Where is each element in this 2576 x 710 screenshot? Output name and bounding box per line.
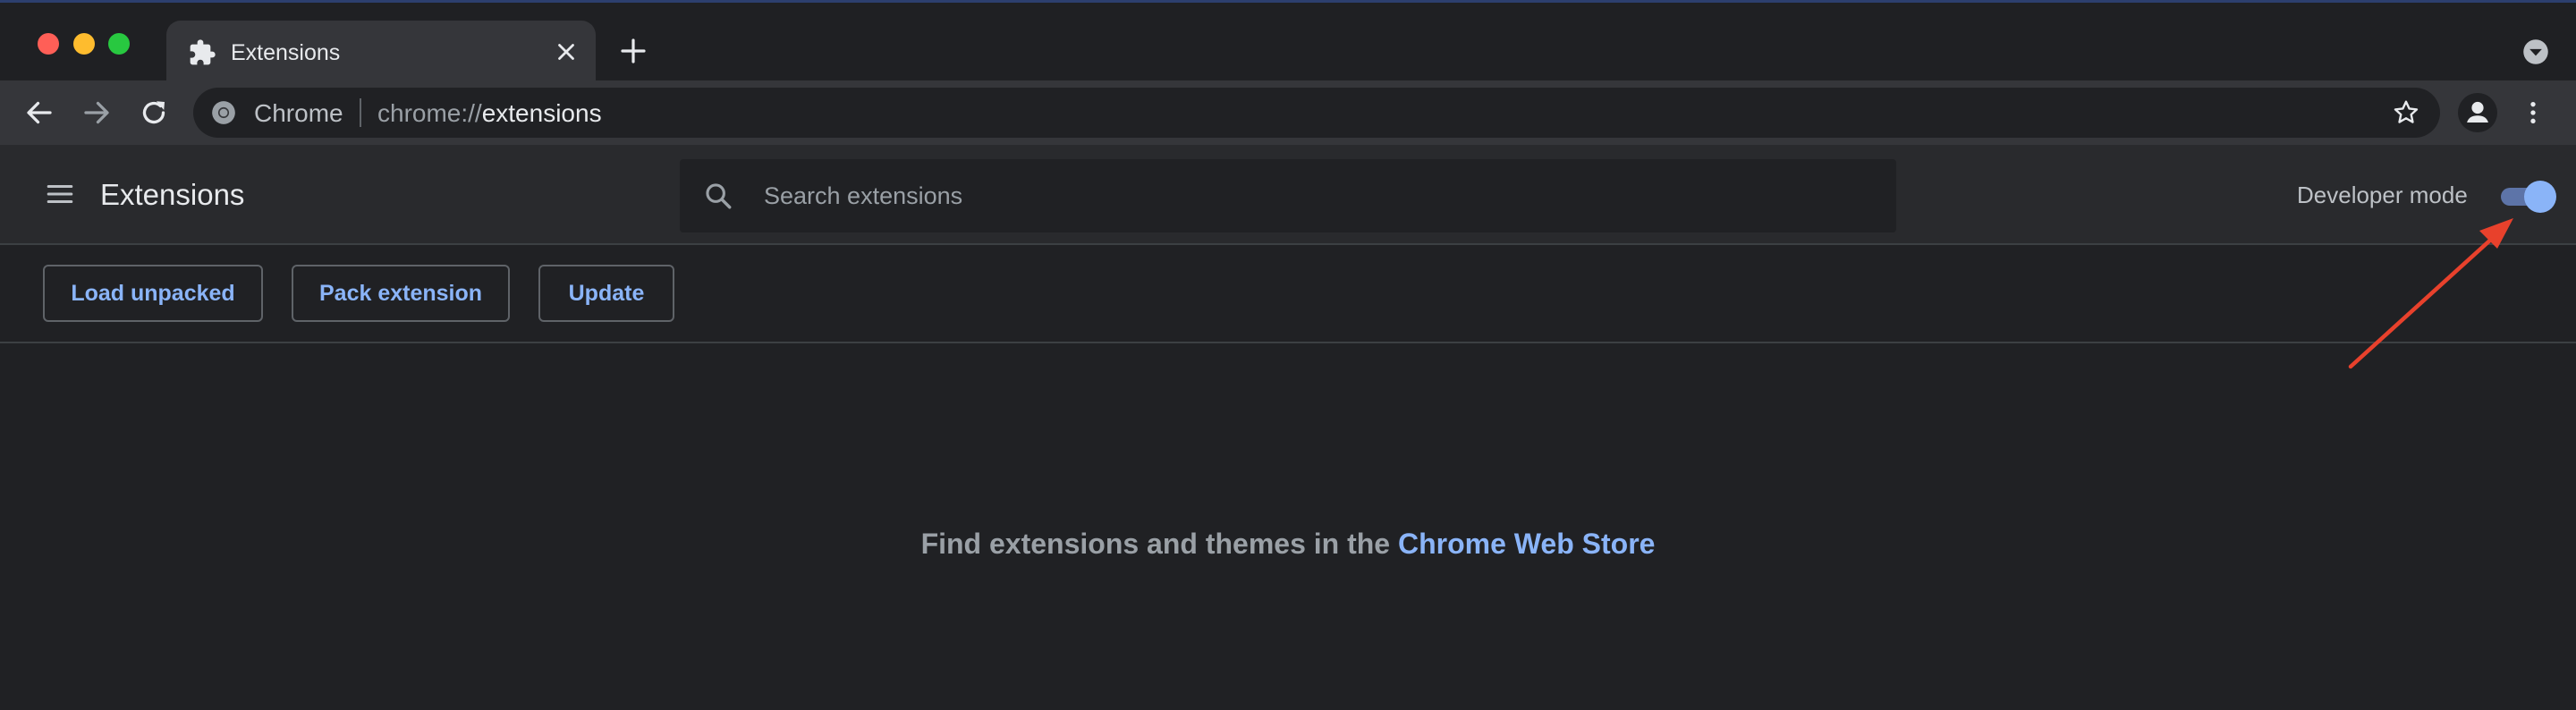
extensions-header: Extensions Developer mode (0, 145, 2576, 245)
close-icon[interactable] (553, 38, 580, 65)
developer-mode-toggle[interactable] (2497, 181, 2556, 213)
bookmark-star-icon[interactable] (2392, 98, 2420, 127)
forward-arrow-icon[interactable] (80, 97, 113, 129)
page-title: Extensions (100, 178, 245, 211)
search-icon (706, 183, 732, 209)
tab-extensions[interactable]: Extensions (166, 21, 596, 83)
annotation-arrow (2348, 218, 2513, 369)
profile-avatar-icon (2467, 101, 2488, 123)
url-text[interactable]: chrome://extensions (377, 99, 602, 128)
tab-title: Extensions (231, 40, 341, 65)
omnibox-divider (360, 98, 361, 127)
site-chip-label: Chrome (254, 99, 343, 127)
chrome-logo-icon (212, 101, 235, 124)
update-button[interactable]: Update (538, 265, 674, 322)
developer-toolbar: Load unpacked Pack extension Update (0, 245, 2576, 343)
browser-toolbar: Chrome chrome://extensions (0, 80, 2576, 145)
profile-button[interactable] (2458, 93, 2497, 132)
empty-state-text: Find extensions and themes in the (920, 528, 1391, 560)
reload-icon[interactable] (138, 97, 170, 129)
menu-icon[interactable] (43, 179, 77, 209)
developer-mode-label: Developer mode (2297, 182, 2468, 208)
extensions-main: Find extensions and themes in the Chrome… (0, 343, 2576, 710)
browser-window: Extensions Chrome chrome://extensions Ex… (0, 0, 2576, 710)
address-bar[interactable]: Chrome chrome://extensions (193, 88, 2440, 138)
url-scheme: chrome:// (377, 99, 482, 127)
search-box[interactable] (680, 159, 1896, 232)
puzzle-icon (190, 39, 216, 65)
tab-search-chevron-icon[interactable] (2522, 38, 2549, 65)
empty-state-message: Find extensions and themes in the Chrome… (0, 526, 2576, 562)
web-store-link[interactable]: Chrome Web Store (1398, 528, 1655, 560)
load-unpacked-button[interactable]: Load unpacked (43, 265, 263, 322)
window-minimize-button[interactable] (73, 33, 95, 55)
back-arrow-icon[interactable] (23, 97, 55, 129)
new-tab-plus-icon[interactable] (619, 37, 648, 65)
search-input[interactable] (762, 159, 1871, 232)
url-host: extensions (481, 99, 602, 127)
pack-extension-button[interactable]: Pack extension (292, 265, 510, 322)
window-maximize-button[interactable] (108, 33, 130, 55)
tab-strip: Extensions (0, 0, 2576, 83)
more-vert-icon[interactable] (2519, 97, 2547, 129)
window-close-button[interactable] (38, 33, 59, 55)
